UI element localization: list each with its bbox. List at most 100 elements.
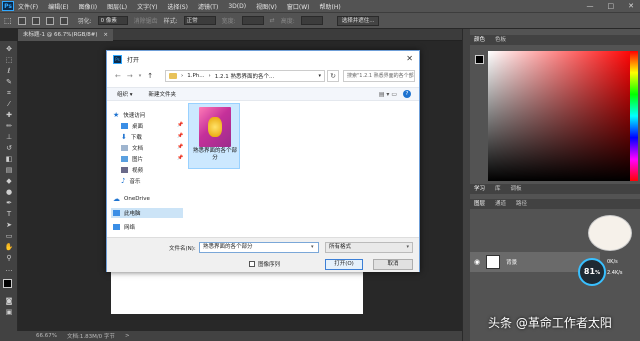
filename-input[interactable]: 熟悉界面的各个部分 bbox=[199, 242, 319, 253]
forward-arrow-icon[interactable]: → bbox=[127, 72, 133, 80]
filetype-select[interactable]: 所有格式 ▾ bbox=[325, 242, 413, 253]
menu-item-filter[interactable]: 滤镜(T) bbox=[198, 2, 218, 11]
clone-stamp-tool-icon[interactable]: ⊥ bbox=[4, 133, 14, 141]
tab-adjustments[interactable]: 调板 bbox=[511, 184, 522, 194]
zoom-level[interactable]: 66.67% bbox=[36, 333, 57, 339]
checkbox-box[interactable] bbox=[249, 261, 255, 267]
nav-pictures[interactable]: 图片 bbox=[121, 155, 143, 163]
back-arrow-icon[interactable]: ← bbox=[115, 72, 121, 80]
document-tab[interactable]: 未标题-1 @ 66.7%(RGB/8#) × bbox=[18, 29, 113, 41]
nav-quick-access[interactable]: ★ 快速访问 bbox=[113, 111, 145, 119]
dodge-tool-icon[interactable]: ● bbox=[4, 188, 14, 196]
foreground-color-swatch[interactable] bbox=[3, 279, 12, 288]
memory-gauge[interactable]: 81% bbox=[578, 258, 606, 286]
marquee-tool-icon[interactable]: ⬚ bbox=[4, 56, 14, 64]
new-folder-button[interactable]: 新建文件夹 bbox=[149, 90, 177, 98]
eraser-tool-icon[interactable]: ◧ bbox=[4, 155, 14, 163]
nav-this-pc[interactable]: 此电脑 bbox=[113, 209, 141, 217]
feather-input[interactable]: 0 像素 bbox=[97, 16, 128, 25]
style-select[interactable]: 正常 bbox=[183, 16, 216, 25]
open-button[interactable]: 打开(O) bbox=[325, 259, 363, 270]
tab-color[interactable]: 颜色 bbox=[474, 35, 485, 45]
hue-slider[interactable] bbox=[630, 51, 638, 181]
swap-icon[interactable]: ⇄ bbox=[270, 17, 275, 24]
nav-videos[interactable]: 视频 bbox=[121, 166, 143, 174]
file-item[interactable]: 熟悉界面的各个部分 bbox=[188, 103, 240, 169]
panel-color-swatches[interactable] bbox=[475, 55, 484, 64]
breadcrumb-2[interactable]: 1.2.1 熟悉界面的各个... bbox=[215, 72, 275, 80]
path-selection-tool-icon[interactable]: ➤ bbox=[4, 221, 14, 229]
eye-icon[interactable]: ◉ bbox=[474, 258, 480, 266]
move-tool-icon[interactable]: ✥ bbox=[4, 45, 14, 53]
subtract-selection-icon[interactable] bbox=[45, 16, 54, 25]
type-tool-icon[interactable]: T bbox=[4, 210, 14, 218]
new-selection-icon[interactable] bbox=[17, 16, 26, 25]
menu-item-image[interactable]: 图像(I) bbox=[79, 2, 97, 11]
nav-downloads[interactable]: ⬇ 下载 bbox=[121, 133, 142, 141]
width-input[interactable] bbox=[241, 16, 264, 25]
recent-dropdown-icon[interactable]: ▾ bbox=[139, 73, 142, 79]
lasso-tool-icon[interactable]: ℓ bbox=[4, 67, 14, 75]
more-tools-icon[interactable]: … bbox=[4, 265, 14, 273]
minimize-button[interactable]: — bbox=[587, 2, 594, 10]
maximize-button[interactable]: □ bbox=[608, 2, 615, 10]
tab-paths[interactable]: 路径 bbox=[516, 199, 527, 209]
pen-tool-icon[interactable]: ✒ bbox=[4, 199, 14, 207]
crop-tool-icon[interactable]: ⌗ bbox=[4, 89, 14, 97]
quick-mask-icon[interactable]: ◙ bbox=[4, 297, 14, 305]
tab-layers[interactable]: 图层 bbox=[474, 199, 485, 209]
search-input[interactable]: 搜索"1.2.1 熟悉界面的各个部分" bbox=[343, 70, 415, 82]
pin-icon[interactable]: 📌 bbox=[177, 133, 183, 139]
select-and-mask-button[interactable]: 选择并遮住... bbox=[336, 15, 380, 26]
menu-item-3d[interactable]: 3D(D) bbox=[228, 3, 246, 10]
hand-tool-icon[interactable]: ✋ bbox=[4, 243, 14, 251]
pin-icon[interactable]: 📌 bbox=[177, 144, 183, 150]
menu-item-edit[interactable]: 编辑(E) bbox=[48, 2, 68, 11]
menu-item-layer[interactable]: 图层(L) bbox=[107, 2, 127, 11]
eyedropper-tool-icon[interactable]: ⁄ bbox=[4, 100, 14, 108]
quick-select-tool-icon[interactable]: ✎ bbox=[4, 78, 14, 86]
nav-desktop[interactable]: 桌面 bbox=[121, 122, 143, 130]
screen-mode-icon[interactable]: ▣ bbox=[4, 308, 14, 316]
breadcrumb-1[interactable]: 1.Ph... bbox=[187, 73, 204, 79]
menu-item-select[interactable]: 选择(S) bbox=[167, 2, 188, 11]
blur-tool-icon[interactable]: ◆ bbox=[4, 177, 14, 185]
filename-dropdown-icon[interactable]: ▾ bbox=[311, 242, 319, 253]
close-window-button[interactable]: ✕ bbox=[628, 2, 634, 10]
nav-onedrive[interactable]: ☁ OneDrive bbox=[113, 195, 150, 203]
intersect-selection-icon[interactable] bbox=[59, 16, 68, 25]
cancel-button[interactable]: 取消 bbox=[373, 259, 413, 270]
menu-item-type[interactable]: 文字(Y) bbox=[137, 2, 157, 11]
address-dropdown-icon[interactable]: ▾ bbox=[318, 73, 321, 79]
antialias-label[interactable]: 消除锯齿 bbox=[134, 16, 158, 25]
pin-icon[interactable]: 📌 bbox=[177, 122, 183, 128]
gradient-tool-icon[interactable]: ▤ bbox=[4, 166, 14, 174]
tab-channels[interactable]: 通道 bbox=[495, 199, 506, 209]
nav-music[interactable]: ♪ 音乐 bbox=[121, 177, 140, 185]
dialog-close-button[interactable]: ✕ bbox=[406, 54, 413, 63]
address-bar[interactable]: › 1.Ph... › 1.2.1 熟悉界面的各个... ▾ bbox=[165, 70, 325, 82]
up-arrow-icon[interactable]: ↑ bbox=[147, 72, 153, 80]
tab-swatches[interactable]: 色板 bbox=[495, 35, 506, 45]
marquee-tool-icon[interactable]: ⬚ bbox=[4, 16, 12, 25]
image-sequence-checkbox[interactable]: 图像序列 bbox=[249, 260, 280, 268]
help-icon[interactable]: ? bbox=[403, 90, 411, 98]
menu-item-help[interactable]: 帮助(H) bbox=[320, 2, 341, 11]
view-options-icon[interactable]: ▤ ▾ ▭ bbox=[379, 91, 397, 98]
menu-item-view[interactable]: 视图(V) bbox=[256, 2, 277, 11]
nav-documents[interactable]: 文档 bbox=[121, 144, 143, 152]
menu-item-file[interactable]: 文件(F) bbox=[18, 2, 38, 11]
healing-brush-tool-icon[interactable]: ✚ bbox=[4, 111, 14, 119]
brush-tool-icon[interactable]: ✏ bbox=[4, 122, 14, 130]
refresh-icon[interactable]: ↻ bbox=[327, 70, 339, 82]
rectangle-tool-icon[interactable]: ▭ bbox=[4, 232, 14, 240]
nav-network[interactable]: 网络 bbox=[113, 223, 135, 231]
tab-learn[interactable]: 学习 bbox=[474, 184, 485, 194]
history-brush-tool-icon[interactable]: ↺ bbox=[4, 144, 14, 152]
menu-item-window[interactable]: 窗口(W) bbox=[287, 2, 310, 11]
status-arrow-icon[interactable]: > bbox=[125, 333, 130, 339]
add-selection-icon[interactable] bbox=[31, 16, 40, 25]
organize-button[interactable]: 组织 ▾ bbox=[117, 90, 133, 98]
height-input[interactable] bbox=[300, 16, 323, 25]
zoom-tool-icon[interactable]: ⚲ bbox=[4, 254, 14, 262]
